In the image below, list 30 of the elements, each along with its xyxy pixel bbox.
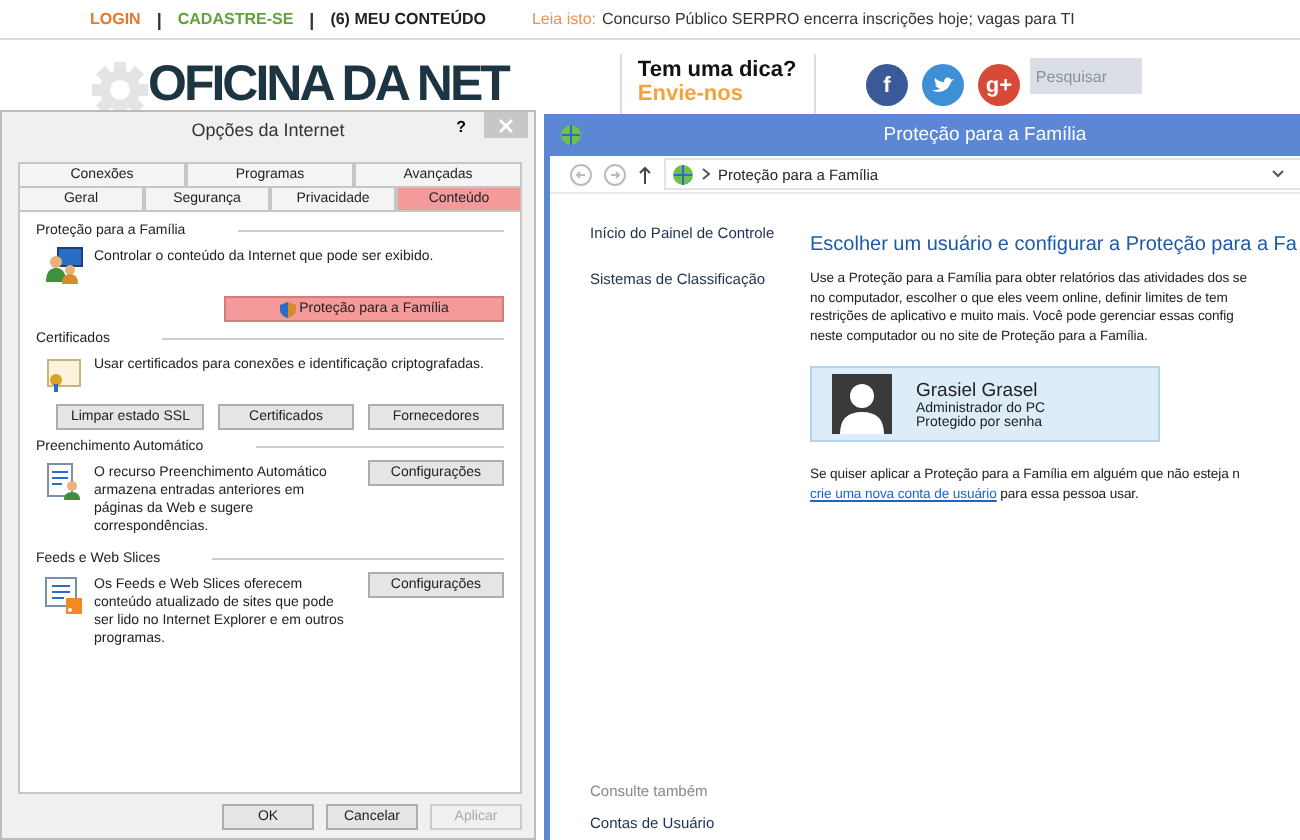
bird-icon[interactable] (921, 64, 964, 106)
feed-list-icon (44, 574, 84, 614)
chevron-down-icon[interactable] (1272, 170, 1284, 178)
social-icon[interactable]: g+ (977, 64, 1020, 106)
notice-label: Leia isto: (531, 10, 596, 28)
certificate-icon (44, 354, 84, 394)
notice-link[interactable]: Concurso Público SERPRO encerra inscrições hoje; vagas para TI (602, 10, 1075, 28)
chevron-right-icon (702, 168, 710, 180)
help-button[interactable]: ? (456, 118, 466, 136)
link-separator: | (309, 9, 315, 29)
site-logo[interactable]: OFICINA DA NET (148, 54, 508, 114)
form-user-icon (44, 462, 84, 502)
close-icon (498, 117, 514, 133)
social-icon[interactable]: f (865, 64, 908, 106)
up-arrow-icon[interactable] (638, 165, 652, 183)
avatar-silhouette (832, 374, 892, 434)
globe-icon (672, 163, 694, 185)
tip-title: Tem uma dica? (637, 58, 799, 82)
users-monitor-icon (44, 246, 84, 286)
link-separator: | (156, 9, 162, 29)
forward-icon[interactable] (604, 163, 626, 185)
window-title: Proteção para a Família (883, 124, 1087, 146)
search-field[interactable]: Pesquisar (1029, 58, 1142, 94)
back-icon[interactable] (570, 163, 592, 185)
top-link[interactable]: (6) MEU CONTEÚDO (330, 10, 486, 28)
page-heading: Escolher um usuário e configurar a Proteção para a Fa (810, 234, 1299, 256)
dialog-title: Opções da Internet (191, 120, 345, 140)
user-name: Grasiel Grasel (916, 379, 1040, 401)
shield-icon (279, 301, 296, 317)
globe-icon (560, 124, 582, 146)
